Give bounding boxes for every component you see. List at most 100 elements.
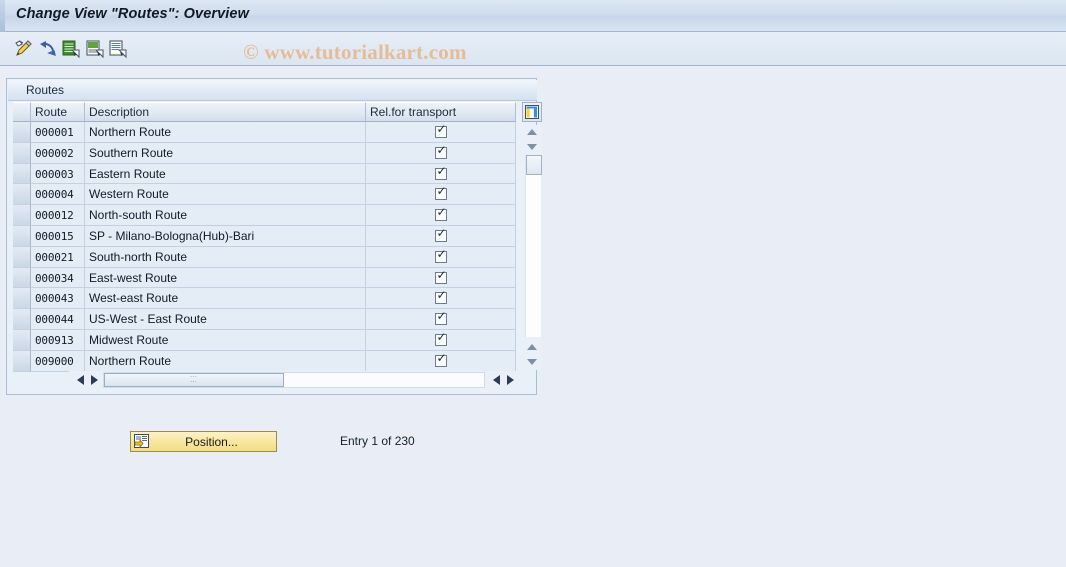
row-select-cell[interactable] — [13, 329, 31, 351]
row-select-cell[interactable] — [13, 122, 31, 143]
table-row[interactable]: 000044 US-West - East Route — [13, 309, 518, 330]
scroll-page-up-button[interactable] — [523, 340, 541, 354]
scroll-up-button[interactable] — [523, 125, 541, 139]
scroll-far-right-button[interactable] — [503, 373, 517, 387]
cell-description[interactable]: SP - Milano-Bologna(Hub)-Bari — [85, 225, 366, 247]
cell-route[interactable]: 000001 — [31, 122, 85, 143]
rel-for-transport-checkbox[interactable] — [434, 248, 448, 263]
cell-rel-for-transport[interactable] — [366, 329, 516, 351]
cell-rel-for-transport[interactable] — [366, 288, 516, 310]
row-select-cell[interactable] — [13, 309, 31, 330]
cell-description[interactable]: West-east Route — [85, 288, 366, 310]
cell-route[interactable]: 000043 — [31, 288, 85, 310]
new-entries-icon[interactable] — [60, 38, 82, 60]
rel-for-transport-checkbox[interactable] — [434, 185, 448, 201]
table-row[interactable]: 000001 Northern Route — [13, 122, 518, 143]
row-select-cell[interactable] — [13, 246, 31, 268]
cell-route[interactable]: 000012 — [31, 205, 85, 226]
row-select-cell[interactable] — [13, 350, 31, 372]
cell-rel-for-transport[interactable] — [366, 184, 516, 206]
row-select-cell[interactable] — [13, 184, 31, 206]
cell-description[interactable]: Northern Route — [85, 122, 366, 143]
rel-for-transport-checkbox[interactable] — [434, 144, 448, 159]
row-select-cell[interactable] — [13, 267, 31, 289]
row-select-cell[interactable] — [13, 142, 31, 164]
rel-for-transport-checkbox[interactable] — [434, 206, 448, 222]
cell-description[interactable]: North-south Route — [85, 205, 366, 226]
rel-for-transport-checkbox[interactable] — [434, 123, 448, 138]
table-row[interactable]: 000002 Southern Route — [13, 142, 518, 164]
cell-route[interactable]: 000913 — [31, 329, 85, 351]
cell-description[interactable]: Midwest Route — [85, 329, 366, 351]
watermark-text: © www.tutorialkart.com — [243, 40, 467, 64]
column-header-rel-for-transport[interactable]: Rel.for transport — [366, 102, 516, 122]
column-header-select[interactable] — [13, 102, 31, 122]
cell-rel-for-transport[interactable] — [366, 225, 516, 247]
cell-rel-for-transport[interactable] — [366, 122, 516, 143]
horizontal-scrollbar[interactable]: ⋯ ⋯ — [69, 371, 519, 389]
cell-rel-for-transport[interactable] — [366, 205, 516, 226]
cell-description[interactable]: Eastern Route — [85, 163, 366, 185]
column-header-route[interactable]: Route — [31, 102, 85, 122]
row-select-cell[interactable] — [13, 205, 31, 226]
cell-route[interactable]: 000034 — [31, 267, 85, 289]
vertical-scroll-track[interactable] — [525, 155, 542, 337]
cell-route[interactable]: 000015 — [31, 225, 85, 247]
column-configuration-icon[interactable] — [522, 102, 542, 122]
cell-description[interactable]: Northern Route — [85, 350, 366, 372]
horizontal-scroll-thumb[interactable]: ⋯ ⋯ — [104, 373, 284, 387]
vertical-scroll-thumb[interactable] — [526, 155, 542, 175]
cell-rel-for-transport[interactable] — [366, 350, 516, 372]
row-select-cell[interactable] — [13, 225, 31, 247]
rel-for-transport-checkbox[interactable] — [434, 165, 448, 180]
cell-route[interactable]: 000002 — [31, 142, 85, 164]
scroll-right-button[interactable] — [87, 373, 101, 387]
row-select-cell[interactable] — [13, 163, 31, 185]
position-button[interactable]: Position... — [130, 431, 277, 452]
scroll-down-button[interactable] — [523, 140, 541, 154]
table-row[interactable]: 000021 South-north Route — [13, 246, 518, 268]
cell-route[interactable]: 000004 — [31, 184, 85, 206]
cell-rel-for-transport[interactable] — [366, 163, 516, 185]
table-row[interactable]: 000043 West-east Route — [13, 288, 518, 310]
copy-as-icon[interactable] — [84, 38, 106, 60]
table-row[interactable]: 000003 Eastern Route — [13, 163, 518, 185]
cell-description[interactable]: US-West - East Route — [85, 309, 366, 330]
cell-rel-for-transport[interactable] — [366, 246, 516, 268]
rel-for-transport-checkbox[interactable] — [434, 352, 448, 367]
cell-rel-for-transport[interactable] — [366, 309, 516, 330]
table-row[interactable]: 009000 Northern Route — [13, 350, 518, 372]
table-row[interactable]: 000034 East-west Route — [13, 267, 518, 289]
table-row[interactable]: 000015 SP - Milano-Bologna(Hub)-Bari — [13, 225, 518, 247]
cell-route[interactable]: 009000 — [31, 350, 85, 372]
cell-route[interactable]: 000021 — [31, 246, 85, 268]
undo-icon[interactable] — [37, 38, 59, 60]
rel-for-transport-checkbox[interactable] — [434, 310, 448, 326]
table-row[interactable]: 000012 North-south Route — [13, 205, 518, 226]
table-row[interactable]: 000004 Western Route — [13, 184, 518, 206]
rel-for-transport-checkbox[interactable] — [434, 227, 448, 242]
row-select-cell[interactable] — [13, 288, 31, 310]
cell-description[interactable]: South-north Route — [85, 246, 366, 268]
rel-for-transport-checkbox[interactable] — [434, 331, 448, 346]
scroll-left-button[interactable] — [73, 373, 87, 387]
details-icon[interactable] — [107, 38, 129, 60]
cell-route[interactable]: 000003 — [31, 163, 85, 185]
cell-rel-for-transport[interactable] — [366, 142, 516, 164]
horizontal-scroll-track[interactable]: ⋯ ⋯ — [103, 372, 485, 388]
cell-route[interactable]: 000044 — [31, 309, 85, 330]
cell-description[interactable]: Southern Route — [85, 142, 366, 164]
cell-description[interactable]: East-west Route — [85, 267, 366, 289]
rel-for-transport-checkbox[interactable] — [434, 289, 448, 305]
application-toolbar — [0, 32, 1066, 66]
cell-rel-for-transport[interactable] — [366, 267, 516, 289]
vertical-scrollbar[interactable] — [523, 125, 542, 370]
scroll-far-left-button[interactable] — [489, 373, 503, 387]
page-title: Change View "Routes": Overview — [16, 6, 249, 22]
table-row[interactable]: 000913 Midwest Route — [13, 329, 518, 351]
cell-description[interactable]: Western Route — [85, 184, 366, 206]
scroll-page-down-button[interactable] — [523, 355, 541, 369]
display-change-icon[interactable] — [13, 38, 35, 60]
rel-for-transport-checkbox[interactable] — [434, 269, 448, 284]
column-header-description[interactable]: Description — [85, 102, 366, 122]
